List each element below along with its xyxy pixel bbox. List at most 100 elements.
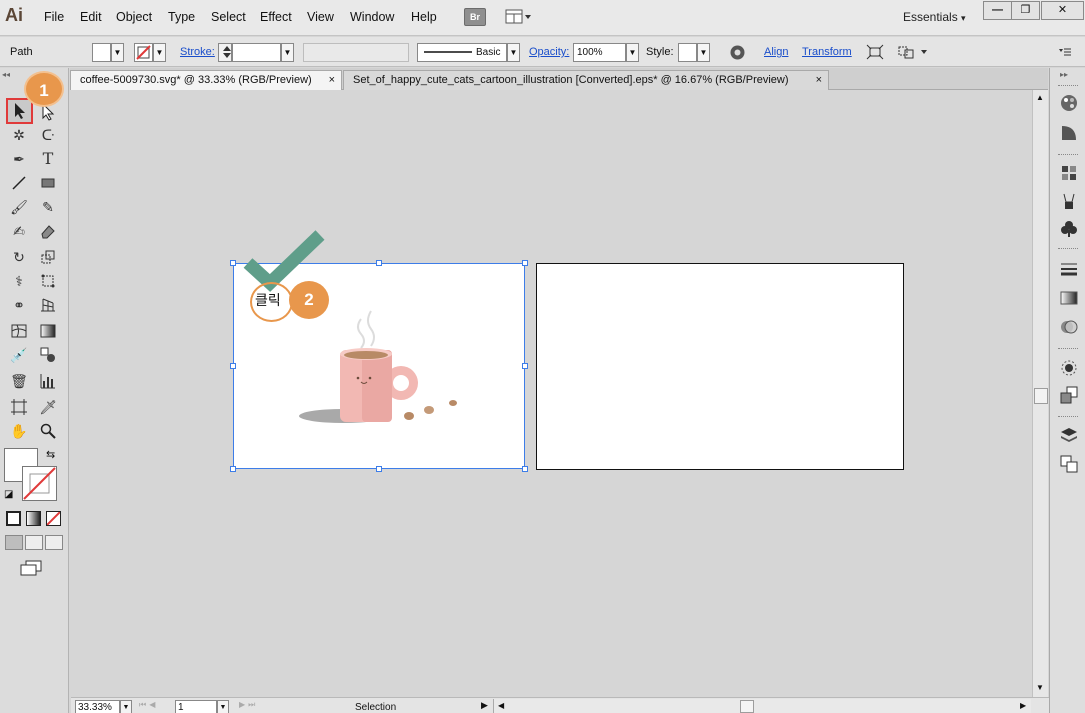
selection-handle[interactable] xyxy=(522,260,528,266)
selection-handle[interactable] xyxy=(230,260,236,266)
pencil-tool[interactable]: ✎ xyxy=(37,196,59,218)
perspective-grid-tool[interactable] xyxy=(37,294,59,316)
slice-tool[interactable]: 🗡 xyxy=(37,396,59,418)
lasso-tool[interactable]: ᑢ xyxy=(37,124,59,146)
arrange-documents-button[interactable] xyxy=(505,9,533,25)
stroke-weight-stepper[interactable] xyxy=(218,43,232,62)
color-guide-icon[interactable] xyxy=(1060,124,1078,142)
scroll-left-arrow[interactable]: ◀ xyxy=(498,701,504,710)
mesh-tool[interactable] xyxy=(8,320,30,342)
opacity-dropdown[interactable]: ▼ xyxy=(626,43,639,62)
rotate-tool[interactable]: ↻ xyxy=(8,246,30,268)
opacity-panel-link[interactable]: Opacity: xyxy=(529,46,569,58)
isolate-group-button[interactable] xyxy=(866,44,884,63)
type-tool[interactable]: T xyxy=(37,148,59,170)
panel-group-grip[interactable] xyxy=(1058,348,1078,351)
close-button[interactable]: ✕ xyxy=(1041,1,1084,20)
collapse-tools-icon[interactable]: ◂◂ xyxy=(2,70,10,79)
artboard-tool[interactable] xyxy=(8,396,30,418)
brushes-icon[interactable] xyxy=(1060,192,1078,210)
selection-handle[interactable] xyxy=(376,260,382,266)
scale-tool[interactable] xyxy=(37,246,59,268)
horizontal-scrollbar[interactable]: ◀ ▶ xyxy=(493,699,1031,713)
brush-dropdown[interactable]: ▼ xyxy=(507,43,520,62)
scroll-down-arrow[interactable]: ▼ xyxy=(1036,683,1044,692)
artboard-number-input[interactable]: 1 xyxy=(175,700,217,713)
graphic-style-swatch[interactable] xyxy=(678,43,697,62)
tab-cats-document[interactable]: Set_of_happy_cute_cats_cartoon_illustrat… xyxy=(343,70,829,90)
brush-definition-select[interactable]: Basic xyxy=(417,43,507,62)
magic-wand-tool[interactable]: ✲ xyxy=(8,124,30,146)
scroll-right-arrow[interactable]: ▶ xyxy=(1020,701,1026,710)
artboards-icon[interactable] xyxy=(1060,455,1078,473)
symbols-club-icon[interactable] xyxy=(1060,220,1078,238)
stroke-weight-input[interactable] xyxy=(232,43,281,62)
menu-type[interactable]: Type xyxy=(168,10,195,24)
stroke-panel-icon[interactable] xyxy=(1060,260,1078,278)
symbol-sprayer-tool[interactable]: 🗑 xyxy=(8,370,30,392)
bridge-button[interactable]: Br xyxy=(464,8,486,26)
first-prev-artboard-icons[interactable]: ⏮◀ xyxy=(139,700,158,710)
graphic-style-dropdown[interactable]: ▼ xyxy=(697,43,710,62)
horizontal-scroll-thumb[interactable] xyxy=(740,700,754,713)
minimize-button[interactable]: — xyxy=(983,1,1012,20)
menu-view[interactable]: View xyxy=(307,10,334,24)
artboard-empty[interactable] xyxy=(536,263,904,470)
shape-builder-tool[interactable]: ⚭ xyxy=(8,294,30,316)
panel-group-grip[interactable] xyxy=(1058,248,1078,251)
zoom-dropdown[interactable]: ▼ xyxy=(120,700,132,713)
stroke-panel-link[interactable]: Stroke: xyxy=(180,46,215,58)
zoom-level-input[interactable]: 33.33% xyxy=(75,700,120,713)
expand-panels-icon[interactable]: ▸▸ xyxy=(1060,70,1068,79)
menu-object[interactable]: Object xyxy=(116,10,152,24)
swatches-icon[interactable] xyxy=(1060,164,1078,182)
stroke-dropdown[interactable]: ▼ xyxy=(153,43,166,62)
tab-close-icon[interactable]: × xyxy=(816,71,822,90)
column-graph-tool[interactable] xyxy=(37,370,59,392)
control-panel-menu[interactable] xyxy=(1058,46,1072,61)
free-transform-tool[interactable] xyxy=(37,270,59,292)
panel-group-grip[interactable] xyxy=(1058,416,1078,419)
tab-coffee-document[interactable]: coffee-5009730.svg* @ 33.33% (RGB/Previe… xyxy=(70,70,342,90)
hand-tool[interactable]: ✋ xyxy=(8,420,30,442)
selection-handle[interactable] xyxy=(230,363,236,369)
workspace-switcher[interactable]: Essentials ▾ xyxy=(903,10,966,24)
swap-fill-stroke-icon[interactable]: ⇆ xyxy=(46,448,55,461)
draw-normal-button[interactable] xyxy=(5,535,23,550)
gradient-mode-button[interactable] xyxy=(26,511,41,526)
stroke-color-box[interactable] xyxy=(22,466,57,501)
next-last-artboard-icons[interactable]: ▶⏭ xyxy=(239,700,258,710)
menu-window[interactable]: Window xyxy=(350,10,394,24)
rectangle-tool[interactable] xyxy=(37,172,59,194)
menu-edit[interactable]: Edit xyxy=(80,10,102,24)
draw-inside-button[interactable] xyxy=(45,535,63,550)
variable-width-profile[interactable] xyxy=(303,43,409,62)
stroke-weight-dropdown[interactable]: ▼ xyxy=(281,43,294,62)
layers-icon[interactable] xyxy=(1060,427,1078,445)
panel-group-grip[interactable] xyxy=(1058,85,1078,88)
selection-handle[interactable] xyxy=(230,466,236,472)
blend-tool[interactable] xyxy=(37,344,59,366)
menu-file[interactable]: File xyxy=(44,10,64,24)
status-menu-arrow[interactable]: ▶ xyxy=(481,700,488,711)
fill-dropdown[interactable]: ▼ xyxy=(111,43,124,62)
menu-effect[interactable]: Effect xyxy=(260,10,292,24)
blob-brush-tool[interactable]: ✍ xyxy=(8,220,30,242)
menu-help[interactable]: Help xyxy=(411,10,437,24)
artboard-dropdown[interactable]: ▼ xyxy=(217,700,229,713)
gradient-tool[interactable] xyxy=(37,320,59,342)
tab-close-icon[interactable]: × xyxy=(329,71,335,90)
pen-tool[interactable]: ✒ xyxy=(8,148,30,170)
selection-handle[interactable] xyxy=(376,466,382,472)
restore-button[interactable]: ❐ xyxy=(1011,1,1040,20)
selection-handle[interactable] xyxy=(522,363,528,369)
recolor-artwork-button[interactable] xyxy=(729,44,746,64)
warp-tool[interactable]: ⚕ xyxy=(8,270,30,292)
menu-select[interactable]: Select xyxy=(211,10,246,24)
vertical-scroll-thumb[interactable] xyxy=(1034,388,1048,404)
line-segment-tool[interactable] xyxy=(8,172,30,194)
none-mode-button[interactable] xyxy=(46,511,61,526)
color-mode-button[interactable] xyxy=(6,511,21,526)
eraser-tool[interactable] xyxy=(37,220,59,242)
panel-group-grip[interactable] xyxy=(1058,154,1078,157)
